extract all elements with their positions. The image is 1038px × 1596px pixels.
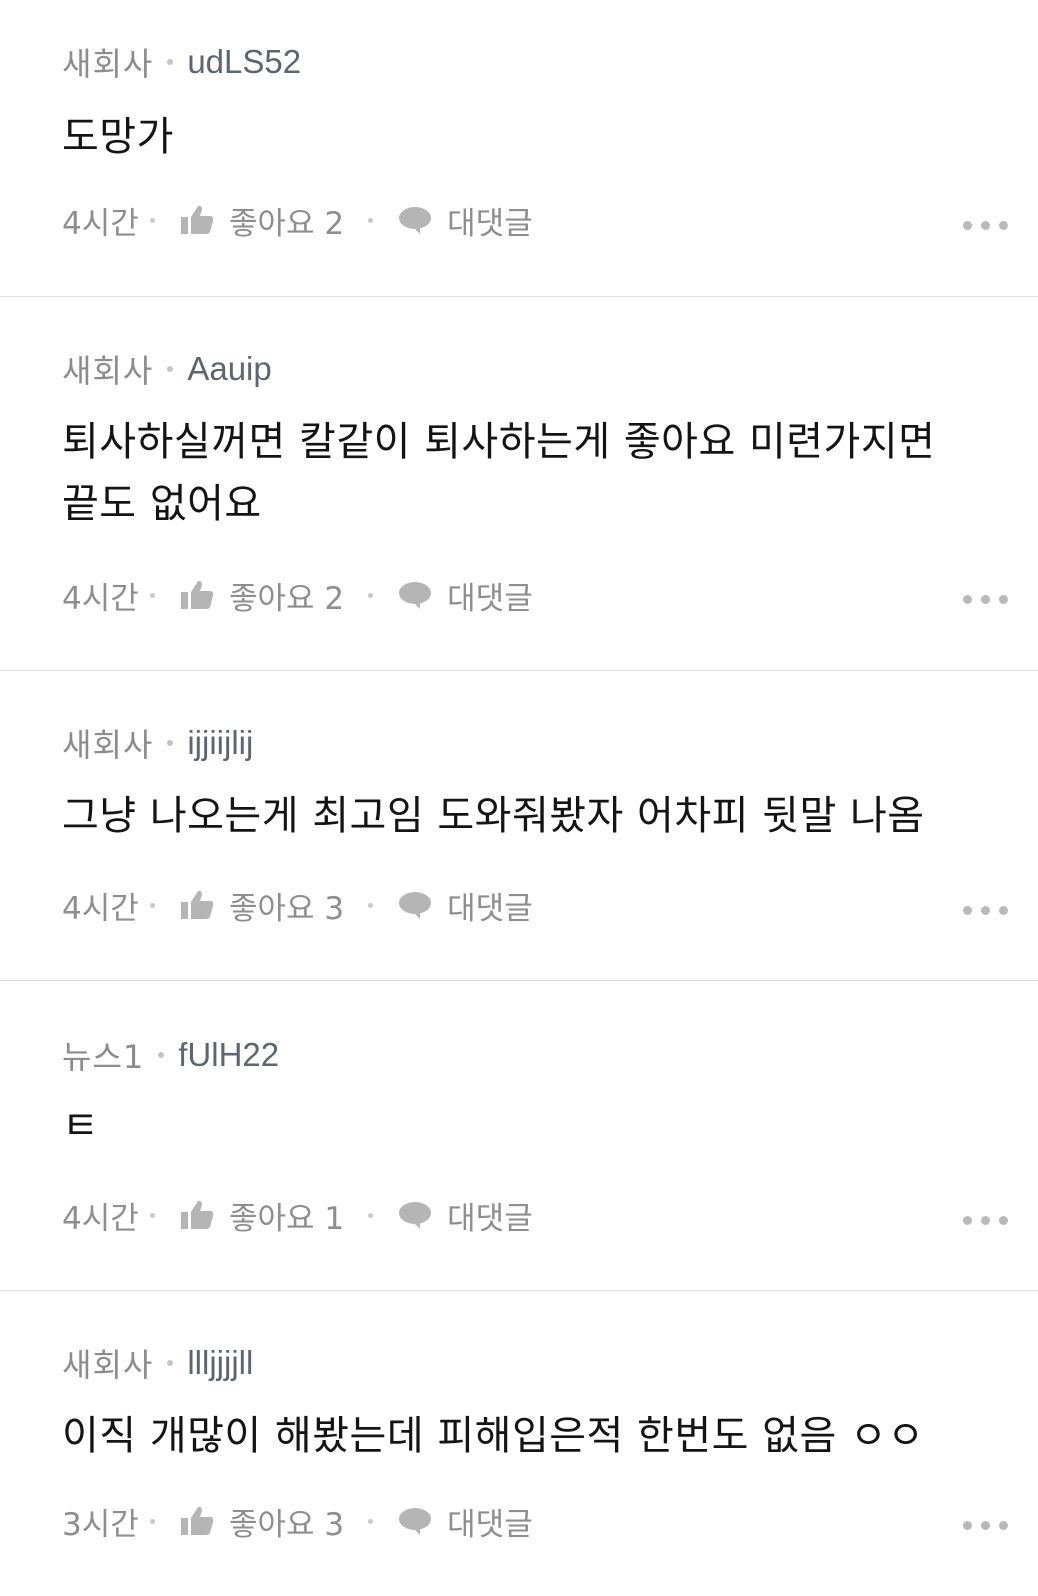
more-dots-icon[interactable] <box>963 906 1008 915</box>
meta-separator-dot <box>167 59 174 65</box>
comment-source: 새회사 <box>62 1346 154 1384</box>
comment-text: 이직 개많이 해봤는데 피해입은적 한번도 없음 ㅇㅇ <box>62 1413 925 1459</box>
action-separator-dot <box>150 1518 155 1524</box>
comment-time: 4시간 <box>62 205 139 242</box>
like-label: 좋아요 <box>229 1200 315 1237</box>
comment-time: 4시간 <box>62 890 139 927</box>
comment-meta: 새회사 udLS52 <box>62 42 1008 83</box>
comment-text: 도망가 <box>62 114 174 160</box>
comment-meta: 새회사 llljjjjll <box>62 1343 1008 1384</box>
comment-author[interactable]: ijjiijlij <box>187 724 253 762</box>
action-separator-dot <box>368 1518 374 1524</box>
speech-bubble-icon[interactable] <box>397 577 433 613</box>
like-button[interactable]: 좋아요 3 <box>229 883 344 928</box>
more-dots-icon[interactable] <box>963 1216 1008 1225</box>
like-label: 좋아요 <box>229 205 315 242</box>
speech-bubble-icon[interactable] <box>397 1197 433 1233</box>
more-dots-icon[interactable] <box>963 221 1008 230</box>
comment-item: 새회사 udLS52 도망가 4시간 좋아요 2 대댓글 <box>0 0 1038 296</box>
comment-time: 4시간 <box>62 580 139 617</box>
thumbs-up-icon[interactable] <box>179 1503 215 1539</box>
like-button[interactable]: 좋아요 3 <box>229 1499 344 1544</box>
comment-author[interactable]: llljjjjll <box>187 1344 253 1382</box>
reply-button[interactable]: 대댓글 <box>447 573 533 618</box>
like-label: 좋아요 <box>229 580 315 617</box>
meta-separator-dot <box>167 366 174 372</box>
reply-button[interactable]: 대댓글 <box>447 1499 533 1544</box>
comment-author[interactable]: Aauip <box>187 350 271 388</box>
speech-bubble-icon[interactable] <box>397 1503 433 1539</box>
comment-actions: 4시간 좋아요 2 대댓글 <box>62 573 1008 618</box>
comment-source: 새회사 <box>62 726 154 764</box>
comment-source: 뉴스1 <box>62 1038 145 1076</box>
action-separator-dot <box>368 1212 374 1218</box>
action-separator-dot <box>150 1212 155 1218</box>
action-separator-dot <box>150 592 155 598</box>
like-button[interactable]: 좋아요 1 <box>229 1193 344 1238</box>
comment-item: 새회사 Aauip 퇴사하실꺼면 칼같이 퇴사하는게 좋아요 미련가지면 끝도 … <box>0 296 1038 670</box>
thumbs-up-icon[interactable] <box>179 577 215 613</box>
like-count: 1 <box>324 1200 345 1237</box>
comment-time: 3시간 <box>62 1506 139 1543</box>
action-separator-dot <box>368 592 374 598</box>
comment-item: 뉴스1 fUlH22 ㅌ 4시간 좋아요 1 대댓글 <box>0 980 1038 1290</box>
like-count: 3 <box>324 890 345 927</box>
action-separator-dot <box>368 217 374 223</box>
action-separator-dot <box>150 902 155 908</box>
comment-source: 새회사 <box>62 45 154 83</box>
reply-button[interactable]: 대댓글 <box>447 883 533 928</box>
more-dots-icon[interactable] <box>963 1521 1008 1530</box>
like-label: 좋아요 <box>229 1506 315 1543</box>
like-count: 2 <box>324 580 345 617</box>
meta-separator-dot <box>167 740 174 746</box>
comment-text: ㅌ <box>62 1103 100 1149</box>
action-separator-dot <box>368 902 374 908</box>
comment-meta: 새회사 ijjiijlij <box>62 723 1008 764</box>
reply-button[interactable]: 대댓글 <box>447 1193 533 1238</box>
comment-meta: 새회사 Aauip <box>62 349 1008 390</box>
action-separator-dot <box>150 217 155 223</box>
speech-bubble-icon[interactable] <box>397 202 433 238</box>
comment-actions: 4시간 좋아요 3 대댓글 <box>62 883 1008 928</box>
thumbs-up-icon[interactable] <box>179 1197 215 1233</box>
more-dots-icon[interactable] <box>963 595 1008 604</box>
like-button[interactable]: 좋아요 2 <box>229 573 344 618</box>
comment-item: 새회사 ijjiijlij 그냥 나오는게 최고임 도와줘봤자 어차피 뒷말 나… <box>0 670 1038 980</box>
like-button[interactable]: 좋아요 2 <box>229 198 344 243</box>
comment-actions: 3시간 좋아요 3 대댓글 <box>62 1499 1008 1544</box>
comment-source: 새회사 <box>62 352 154 390</box>
like-count: 3 <box>324 1506 345 1543</box>
meta-separator-dot <box>167 1360 174 1366</box>
like-label: 좋아요 <box>229 890 315 927</box>
thumbs-up-icon[interactable] <box>179 202 215 238</box>
comment-author[interactable]: udLS52 <box>187 43 301 81</box>
thumbs-up-icon[interactable] <box>179 887 215 923</box>
speech-bubble-icon[interactable] <box>397 887 433 923</box>
comment-meta: 뉴스1 fUlH22 <box>62 1035 1008 1076</box>
like-count: 2 <box>324 205 345 242</box>
comment-actions: 4시간 좋아요 1 대댓글 <box>62 1193 1008 1238</box>
meta-separator-dot <box>158 1052 165 1058</box>
comment-text: 퇴사하실꺼면 칼같이 퇴사하는게 좋아요 미련가지면 끝도 없어요 <box>62 419 936 527</box>
comment-text: 그냥 나오는게 최고임 도와줘봤자 어차피 뒷말 나옴 <box>62 793 925 839</box>
comment-actions: 4시간 좋아요 2 대댓글 <box>62 198 1008 243</box>
reply-button[interactable]: 대댓글 <box>447 198 533 243</box>
comment-author[interactable]: fUlH22 <box>178 1036 279 1074</box>
comment-time: 4시간 <box>62 1200 139 1237</box>
comment-item: 새회사 llljjjjll 이직 개많이 해봤는데 피해입은적 한번도 없음 ㅇ… <box>0 1290 1038 1596</box>
